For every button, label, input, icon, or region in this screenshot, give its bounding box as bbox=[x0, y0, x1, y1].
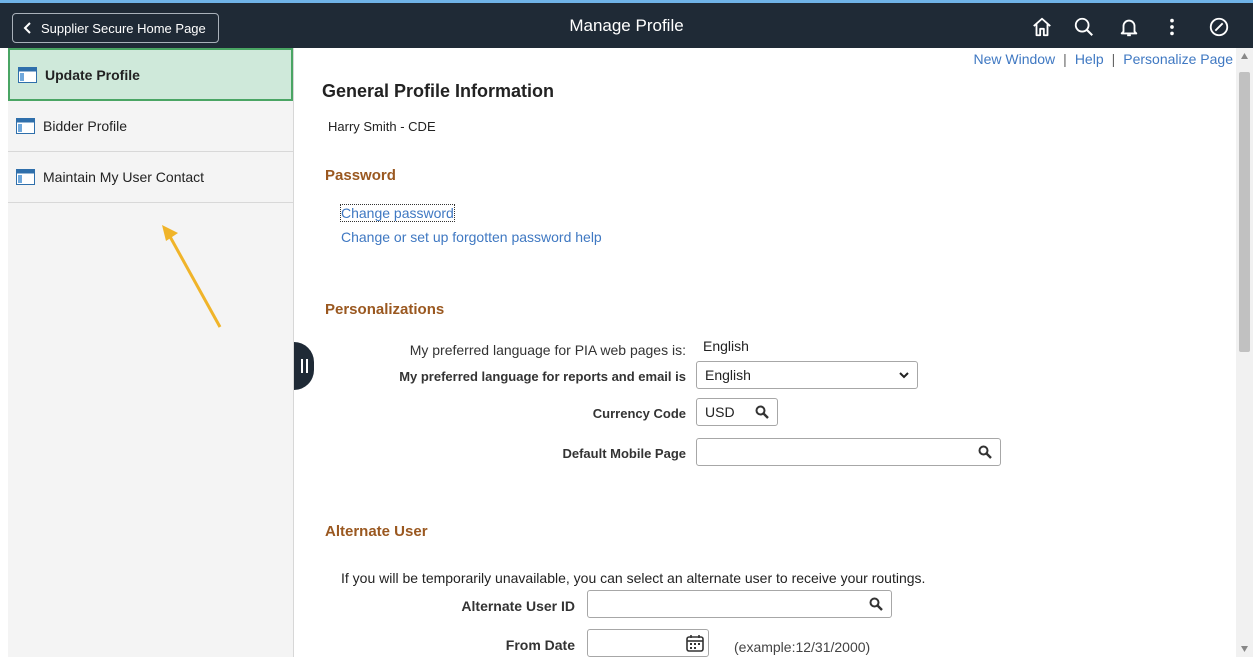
home-icon[interactable] bbox=[1030, 15, 1054, 39]
chevron-left-icon bbox=[23, 22, 31, 34]
report-language-value: English bbox=[705, 367, 751, 383]
sidebar: Update Profile Bidder Profile Maintain M… bbox=[8, 48, 294, 657]
currency-code-input[interactable]: USD bbox=[696, 398, 778, 426]
calendar-icon[interactable] bbox=[686, 634, 704, 652]
sidebar-item-update-profile[interactable]: Update Profile bbox=[8, 48, 293, 101]
default-mobile-page-input[interactable] bbox=[696, 438, 1001, 466]
from-date-label: From Date bbox=[505, 637, 575, 653]
search-icon[interactable] bbox=[1072, 15, 1096, 39]
bell-icon[interactable] bbox=[1117, 15, 1141, 39]
change-password-link[interactable]: Change password bbox=[340, 204, 455, 222]
page-icon bbox=[16, 169, 35, 185]
sidebar-item-label: Update Profile bbox=[45, 66, 140, 83]
pia-language-label: My preferred language for PIA web pages … bbox=[409, 342, 686, 358]
from-date-input[interactable] bbox=[587, 629, 709, 657]
chevron-down-icon bbox=[899, 372, 909, 379]
back-button-label: Supplier Secure Home Page bbox=[41, 20, 206, 36]
alternate-user-id-input[interactable] bbox=[587, 590, 892, 618]
back-button[interactable]: Supplier Secure Home Page bbox=[12, 13, 219, 43]
user-name: Harry Smith - CDE bbox=[328, 119, 436, 134]
top-banner: Supplier Secure Home Page Manage Profile bbox=[0, 0, 1253, 48]
compass-icon[interactable] bbox=[1207, 15, 1231, 39]
search-icon[interactable] bbox=[978, 445, 992, 459]
sidebar-collapse-toggle[interactable] bbox=[294, 342, 314, 390]
sidebar-item-label: Maintain My User Contact bbox=[43, 169, 205, 185]
sidebar-item-bidder-profile[interactable]: Bidder Profile bbox=[8, 101, 293, 152]
search-icon[interactable] bbox=[869, 597, 883, 611]
page-icon bbox=[18, 66, 37, 83]
currency-code-value: USD bbox=[705, 404, 735, 420]
alternate-user-instruction: If you will be temporarily unavailable, … bbox=[341, 570, 926, 586]
sidebar-item-label: Bidder Profile bbox=[43, 118, 128, 134]
personalizations-section-title: Personalizations bbox=[325, 301, 445, 318]
alternate-user-section-title: Alternate User bbox=[325, 523, 428, 540]
scroll-down-icon[interactable] bbox=[1240, 645, 1249, 653]
left-edge bbox=[0, 48, 8, 657]
page-heading: General Profile Information bbox=[322, 81, 555, 101]
scrollbar-thumb[interactable] bbox=[1239, 72, 1250, 352]
search-icon[interactable] bbox=[755, 405, 769, 419]
default-mobile-page-label: Default Mobile Page bbox=[562, 446, 686, 461]
annotation-arrow-icon bbox=[162, 225, 222, 328]
report-language-select[interactable]: English bbox=[696, 361, 918, 389]
password-section-title: Password bbox=[325, 167, 396, 184]
currency-code-label: Currency Code bbox=[592, 406, 686, 421]
pia-language-value: English bbox=[703, 338, 749, 354]
page-icon bbox=[16, 118, 35, 134]
scroll-up-icon[interactable] bbox=[1240, 52, 1249, 60]
report-language-label: My preferred language for reports and em… bbox=[399, 369, 686, 384]
forgotten-password-help-link[interactable]: Change or set up forgotten password help bbox=[341, 229, 602, 245]
sidebar-item-maintain-user-contact[interactable]: Maintain My User Contact bbox=[8, 152, 293, 203]
main-content: General Profile Information Harry Smith … bbox=[314, 48, 1232, 657]
more-vertical-icon[interactable] bbox=[1160, 15, 1184, 39]
date-format-example: (example:12/31/2000) bbox=[734, 639, 871, 655]
alternate-user-id-label: Alternate User ID bbox=[461, 598, 575, 614]
